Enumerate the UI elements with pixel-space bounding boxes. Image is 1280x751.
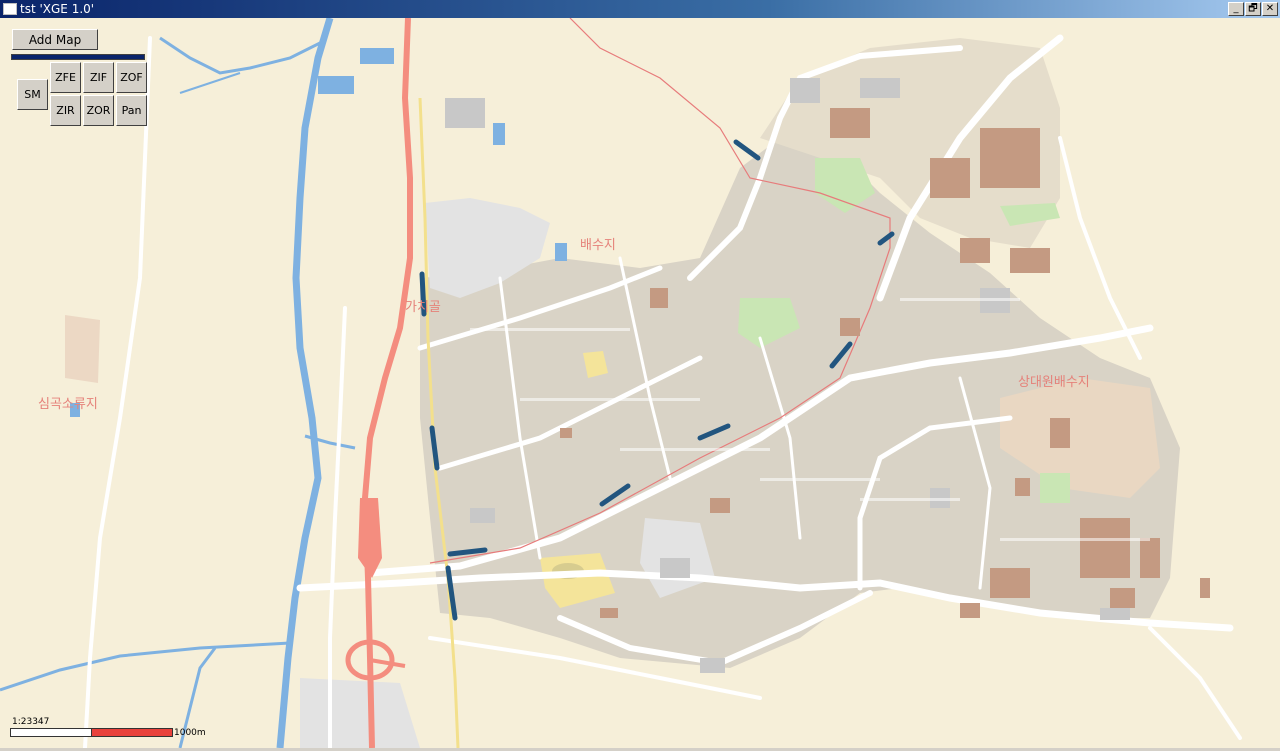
- window-title: tst 'XGE 1.0': [20, 2, 95, 16]
- reservoir-baesuji: [555, 243, 567, 261]
- reservoir-3: [493, 123, 505, 145]
- zof-button[interactable]: ZOF: [116, 62, 147, 93]
- add-map-button[interactable]: Add Map: [12, 29, 98, 50]
- place-label-baesuji: 배수지: [580, 238, 616, 253]
- place-label-gachigol: 가치골: [405, 300, 441, 315]
- reservoir-2: [360, 48, 394, 64]
- title-bar[interactable]: tst 'XGE 1.0' _ 🗗 ✕: [0, 0, 1280, 18]
- restore-button[interactable]: 🗗: [1245, 2, 1261, 16]
- zir-button[interactable]: ZIR: [50, 95, 81, 126]
- app-icon: [3, 3, 17, 15]
- park-area-4: [1040, 473, 1070, 503]
- zfe-button[interactable]: ZFE: [50, 62, 81, 93]
- zor-button[interactable]: ZOR: [83, 95, 114, 126]
- scale-bar-white-segment: [10, 728, 92, 737]
- scale-ratio: 1:23347: [12, 717, 50, 727]
- pan-button[interactable]: Pan: [116, 95, 147, 126]
- map-canvas[interactable]: 배수지 가치골 심곡소류지 상대원배수지: [0, 18, 1280, 748]
- scale-bar-red-segment: [91, 728, 173, 737]
- zif-button[interactable]: ZIF: [83, 62, 114, 93]
- reservoir-1: [318, 76, 354, 94]
- sm-button[interactable]: SM: [17, 79, 48, 110]
- place-label-simgok: 심곡소류지: [38, 397, 98, 412]
- cemetery-area: [65, 315, 100, 383]
- close-button[interactable]: ✕: [1262, 2, 1278, 16]
- scale-distance: 1000m: [174, 728, 206, 738]
- place-label-sangdaewon: 상대원배수지: [1018, 375, 1090, 390]
- minimize-button[interactable]: _: [1228, 2, 1244, 16]
- load-progress-fill: [12, 55, 144, 59]
- load-progress-bar: [11, 54, 145, 60]
